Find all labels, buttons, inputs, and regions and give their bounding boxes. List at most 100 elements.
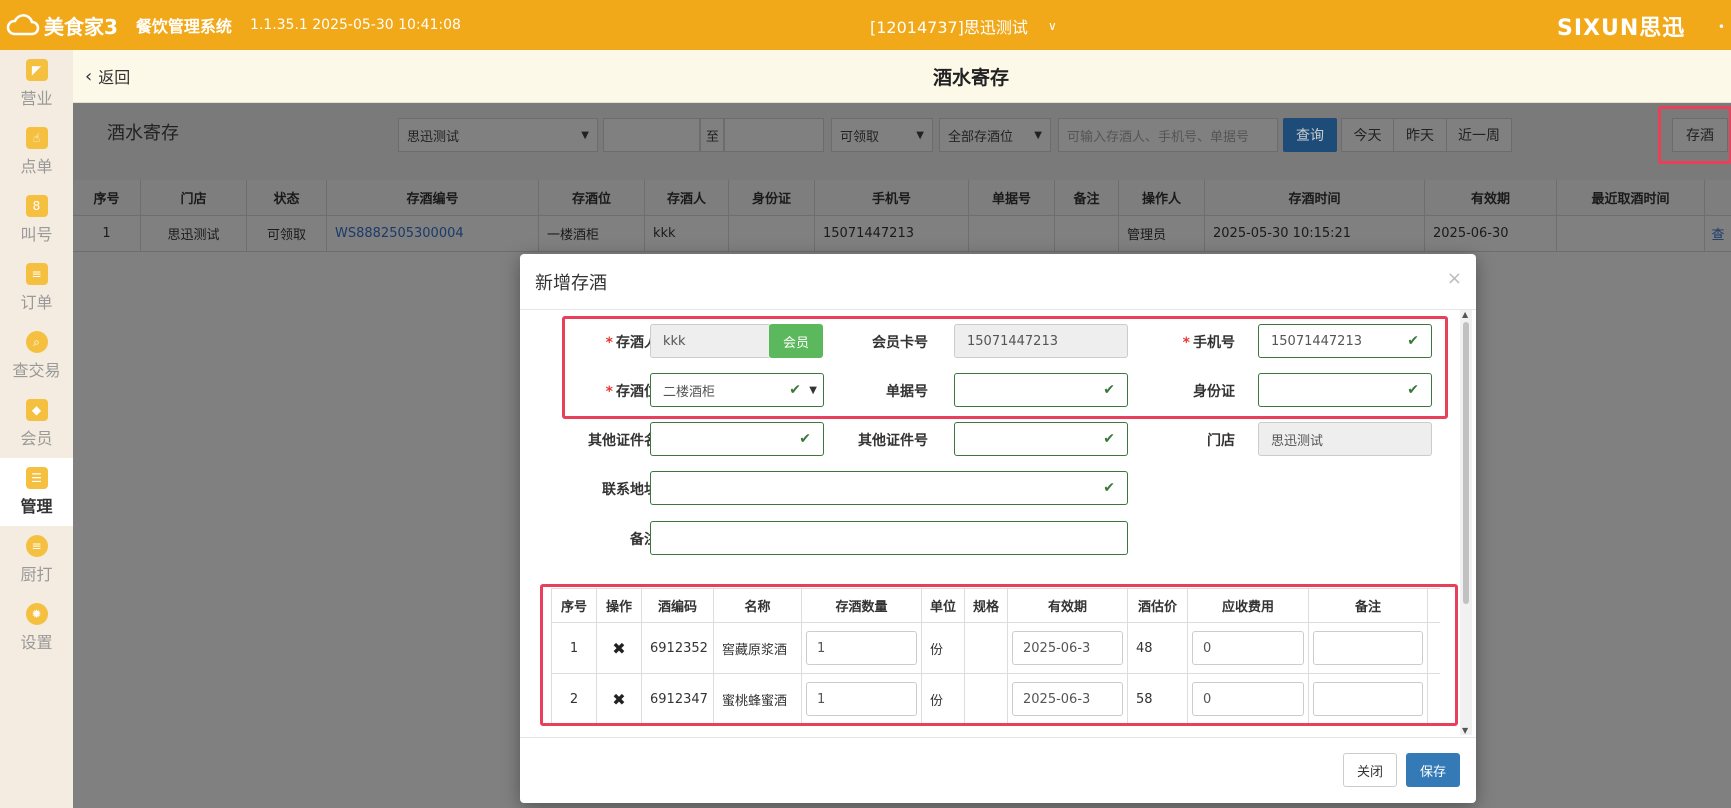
column-header: 单据号 (969, 180, 1055, 215)
store-filter-value: 思迅测试 (407, 129, 460, 145)
table-cell (969, 216, 1055, 251)
highlight-box (562, 316, 1448, 419)
other-cert-name-label: 其他证件名 (588, 433, 658, 449)
orders-icon: ≡ (25, 263, 48, 285)
sidebar-item-label: 厨打 (20, 565, 53, 584)
search-trade-icon: ⌕ (25, 331, 48, 353)
other-cert-name-input[interactable]: ✔ (650, 422, 824, 456)
sidebar-item-settings[interactable]: ✹ 设置 (0, 594, 73, 662)
query-button[interactable]: 查询 (1283, 118, 1337, 152)
table-cell: 15071447213 (815, 216, 969, 251)
more-icon[interactable]: • (1718, 20, 1725, 34)
column-header: 存酒编号 (327, 180, 539, 215)
date-separator: 至 (700, 118, 724, 152)
address-label: 联系地址 (602, 482, 658, 498)
sidebar-item-call-number[interactable]: 8 叫号 (0, 186, 73, 254)
sidebar-item-manage[interactable]: ☰ 管理 (0, 458, 73, 526)
today-button[interactable]: 今天 (1341, 118, 1394, 152)
yesterday-button[interactable]: 昨天 (1393, 118, 1447, 152)
column-header: 存酒人 (645, 180, 729, 215)
add-deposit-dialog: 新增存酒 × * 存酒人 kkk 会员 会员卡号 15071447213 * 手机号… (520, 254, 1476, 803)
check-icon: ✔ (1103, 480, 1115, 496)
sidebar-item-label: 管理 (20, 497, 53, 516)
store-name: [12014737]思迅测试 (870, 18, 1028, 37)
table-cell: 管理员 (1119, 216, 1205, 251)
dialog-title: 新增存酒 (535, 272, 607, 294)
status-filter-select[interactable]: 可领取 ▼ (831, 118, 933, 152)
remark-input[interactable] (650, 521, 1128, 555)
table-header-row: 序号 门店 状态 存酒编号 存酒位 存酒人 身份证 手机号 单据号 备注 操作人… (73, 180, 1731, 216)
table-cell (1055, 216, 1119, 251)
scroll-up-icon[interactable]: ▲ (1462, 310, 1468, 319)
table-row[interactable]: 1 思迅测试 可领取 WS8882505300004 一楼酒柜 kkk 1507… (73, 216, 1731, 252)
column-header: 最近取酒时间 (1557, 180, 1705, 215)
sub-header: ‹ 返回 酒水寄存 (73, 50, 1731, 103)
table-cell: 思迅测试 (141, 216, 247, 251)
search-input[interactable]: 可输入存酒人、手机号、单据号 (1058, 118, 1278, 152)
last-week-button[interactable]: 近一周 (1446, 118, 1512, 152)
column-header: 有效期 (1425, 180, 1557, 215)
location-filter-value: 全部存酒位 (948, 129, 1014, 145)
dialog-scrollbar[interactable]: ▲ ▼ (1460, 310, 1472, 735)
chevron-down-icon: ∨ (1047, 19, 1057, 33)
deposit-table: 序号 门店 状态 存酒编号 存酒位 存酒人 身份证 手机号 单据号 备注 操作人… (73, 180, 1731, 252)
scroll-down-icon[interactable]: ▼ (1462, 726, 1468, 735)
store-selector[interactable]: [12014737]思迅测试 ∨ (870, 14, 1057, 38)
column-header: 状态 (247, 180, 327, 215)
deposit-number-link[interactable]: WS8882505300004 (327, 216, 539, 251)
system-name: 餐饮管理系统 (135, 17, 232, 36)
column-header: 备注 (1055, 180, 1119, 215)
caret-down-icon: ▼ (1034, 129, 1042, 141)
table-cell: kkk (645, 216, 729, 251)
sidebar-item-orders[interactable]: ≡ 订单 (0, 254, 73, 322)
column-header: 身份证 (729, 180, 815, 215)
column-header: 序号 (73, 180, 141, 215)
close-icon[interactable]: × (1447, 268, 1462, 289)
sidebar-item-label: 会员 (20, 429, 53, 448)
scroll-thumb[interactable] (1463, 322, 1469, 604)
column-header: 门店 (141, 180, 247, 215)
save-button[interactable]: 保存 (1406, 753, 1460, 787)
to-label: 至 (706, 129, 720, 145)
table-cell: 1 (73, 216, 141, 251)
view-link[interactable]: 查 (1705, 216, 1731, 251)
version-info: 1.1.35.1 2025-05-30 10:41:08 (249, 17, 461, 33)
call-number-icon: 8 (25, 195, 48, 217)
check-icon: ✔ (1103, 431, 1115, 447)
date-from-input[interactable] (603, 118, 700, 152)
date-to-input[interactable] (724, 118, 824, 152)
search-placeholder: 可输入存酒人、手机号、单据号 (1067, 129, 1250, 145)
back-label: 返回 (98, 68, 131, 87)
dialog-header: 新增存酒 (520, 254, 1476, 310)
column-header: 存酒时间 (1205, 180, 1425, 215)
sidebar-item-order[interactable]: ☝ 点单 (0, 118, 73, 186)
table-cell (729, 216, 815, 251)
top-header: 美食家3 餐饮管理系统 1.1.35.1 2025-05-30 10:41:08… (0, 0, 1731, 50)
sidebar: ◤ 营业 ☝ 点单 8 叫号 ≡ 订单 ⌕ 查交易 ◆ 会员 ☰ 管理 ≡ 厨打 ✹ 设置 (0, 50, 73, 808)
highlight-box (1658, 106, 1731, 164)
store-value: 思迅测试 (1271, 433, 1324, 449)
sidebar-item-member[interactable]: ◆ 会员 (0, 390, 73, 458)
member-icon: ◆ (25, 399, 48, 421)
address-input[interactable]: ✔ (650, 471, 1128, 505)
sidebar-item-search-trade[interactable]: ⌕ 查交易 (0, 322, 73, 390)
table-cell (1557, 216, 1705, 251)
filter-bar: 酒水寄存 思迅测试 ▼ 至 可领取 ▼ 全部存酒位 ▼ 可输入存酒人、手机号、单据号 … (73, 103, 1731, 180)
sidebar-item-business[interactable]: ◤ 营业 (0, 50, 73, 118)
store-label: 门店 (1207, 433, 1235, 449)
back-button[interactable]: ‹ 返回 (85, 64, 130, 88)
app-logo: 美食家3 (6, 11, 118, 40)
table-cell: 可领取 (247, 216, 327, 251)
close-button[interactable]: 关闭 (1343, 753, 1397, 787)
business-icon: ◤ (25, 59, 48, 81)
location-filter-select[interactable]: 全部存酒位 ▼ (939, 118, 1051, 152)
caret-down-icon: ▼ (916, 129, 924, 141)
other-cert-no-input[interactable]: ✔ (954, 422, 1128, 456)
caret-down-icon: ▼ (581, 129, 589, 141)
settings-icon: ✹ (25, 603, 48, 625)
column-header: 操作人 (1119, 180, 1205, 215)
store-filter-select[interactable]: 思迅测试 ▼ (398, 118, 598, 152)
sidebar-item-kitchen-print[interactable]: ≡ 厨打 (0, 526, 73, 594)
store-input: 思迅测试 (1258, 422, 1432, 456)
brand-logo: SIXUN思迅 (1557, 16, 1686, 41)
